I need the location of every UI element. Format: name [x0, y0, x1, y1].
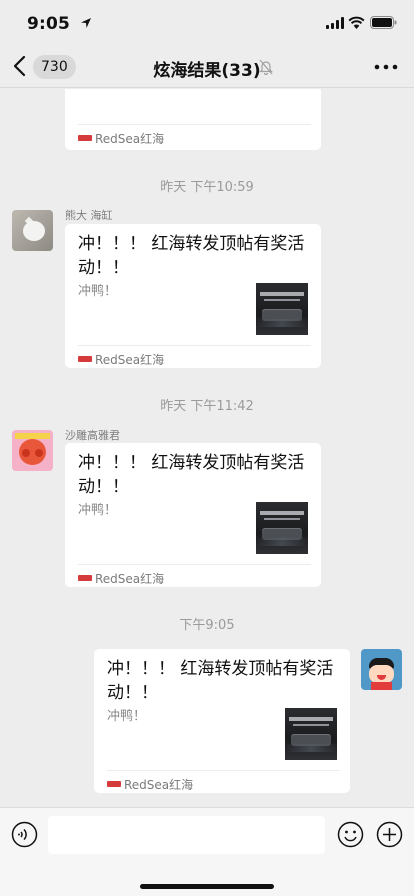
link-source-name: RedSea红海: [95, 132, 165, 146]
sender-name: 熊大 海缸: [65, 209, 113, 222]
link-description: 冲鸭！: [107, 709, 147, 724]
add-attachment-icon[interactable]: [376, 821, 403, 848]
chat-nav-bar: 730 炫海结果(33): [0, 46, 414, 88]
mute-bell-icon: [259, 59, 273, 75]
sender-name: 沙雕高雅君: [65, 429, 120, 442]
home-indicator: [140, 884, 274, 889]
battery-icon: [370, 16, 397, 29]
link-description: 冲鸭！: [78, 503, 118, 518]
message-input[interactable]: [48, 816, 325, 854]
link-title: 冲！！！ 红海转发顶帖有奖活动！！: [78, 453, 305, 497]
link-source: RedSea红海: [78, 131, 164, 147]
message-timestamp: 下午9:05: [179, 618, 235, 633]
shared-link-card[interactable]: 冲！！！ 红海转发顶帖有奖活动！！ 冲鸭！ RedSea红海: [65, 224, 321, 368]
link-title: 冲！！！ 红海转发顶帖有奖活动！！: [78, 234, 305, 278]
link-thumbnail: [256, 283, 308, 335]
link-source-name: RedSea红海: [95, 572, 165, 586]
wifi-icon: [348, 16, 365, 29]
location-arrow-icon: [81, 18, 91, 28]
link-source: RedSea红海: [78, 571, 164, 587]
status-bar: 9:05: [0, 0, 414, 46]
link-source: RedSea红海: [107, 777, 193, 793]
link-source: RedSea红海: [78, 352, 164, 368]
cellular-signal-icon: [326, 17, 344, 29]
link-thumbnail: [256, 502, 308, 554]
link-source-name: RedSea红海: [124, 778, 194, 792]
avatar[interactable]: [12, 430, 53, 471]
link-title: 冲！！！ 红海转发顶帖有奖活动！！: [107, 659, 334, 703]
voice-input-icon[interactable]: [11, 821, 38, 848]
link-description: 冲鸭！: [78, 284, 118, 299]
link-source-name: RedSea红海: [95, 353, 165, 367]
link-thumbnail: [285, 708, 337, 760]
chat-title: 炫海结果(33): [153, 61, 261, 81]
avatar[interactable]: [361, 649, 402, 690]
avatar[interactable]: [12, 210, 53, 251]
shared-link-card[interactable]: RedSea红海: [65, 89, 321, 150]
shared-link-card[interactable]: 冲！！！ 红海转发顶帖有奖活动！！ 冲鸭！ RedSea红海: [94, 649, 350, 793]
chat-messages[interactable]: RedSea红海 昨天 下午10:59 熊大 海缸 冲！！！ 红海转发顶帖有奖活…: [0, 89, 414, 807]
message-timestamp: 昨天 下午11:42: [160, 399, 254, 414]
shared-link-card[interactable]: 冲！！！ 红海转发顶帖有奖活动！！ 冲鸭！ RedSea红海: [65, 443, 321, 587]
emoji-icon[interactable]: [337, 821, 364, 848]
status-time: 9:05: [27, 14, 71, 34]
more-options-icon[interactable]: [374, 64, 398, 70]
chat-input-bar: [0, 807, 414, 896]
message-timestamp: 昨天 下午10:59: [160, 180, 254, 195]
